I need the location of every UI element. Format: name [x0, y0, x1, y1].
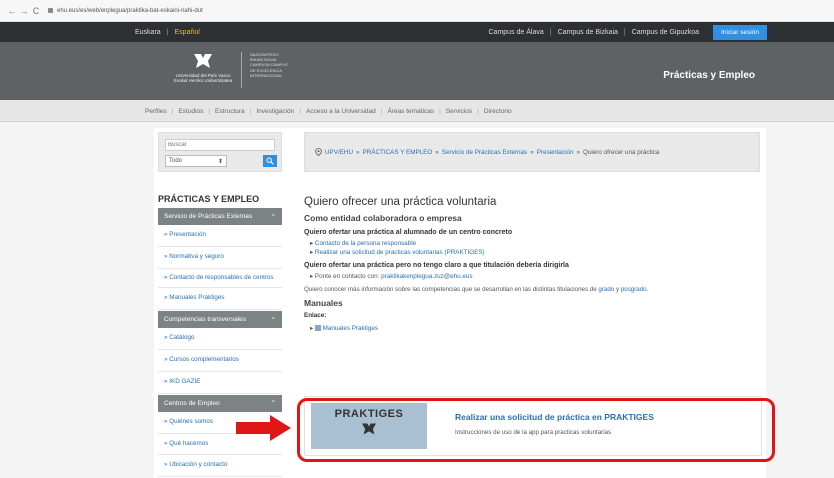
- search-input[interactable]: [165, 139, 275, 151]
- info-paragraph: Quiero conocer más información sobre las…: [304, 286, 649, 293]
- lang-euskara[interactable]: Euskara: [135, 29, 161, 36]
- list-item: ▸ Manuales Praktiges: [310, 325, 378, 332]
- breadcrumb-practicas[interactable]: PRÁCTICAS Y EMPLEO: [363, 149, 433, 156]
- university-logo[interactable]: Universidad del País Vasco Euskal Herriko…: [173, 52, 292, 90]
- ehu-tree-icon: [194, 54, 212, 68]
- sidebar-section-label: Servicio de Prácticas Externas: [164, 213, 253, 220]
- manuales-heading: Manuales: [304, 298, 343, 308]
- search-scope-value: Todo: [169, 158, 183, 164]
- menu-acceso[interactable]: Acceso a la Universidad: [306, 108, 376, 115]
- campus-gipuzkoa[interactable]: Campus de Gipuzkoa: [632, 29, 699, 36]
- search-icon: [266, 157, 274, 165]
- menu-servicios[interactable]: Servicios: [446, 108, 472, 115]
- forward-icon[interactable]: →: [18, 6, 30, 16]
- page-subtitle: Como entidad colaboradora o empresa: [304, 213, 462, 223]
- sidebar-section-centros[interactable]: Centros de Empleo ⌃: [158, 394, 282, 412]
- posgrado-link[interactable]: posgrado: [621, 286, 647, 293]
- logo-text-eu: Euskal Herriko Unibertsitatea: [173, 78, 233, 84]
- browser-bar: ← → C ehu.eus/es/web/enplegua/praktika-b…: [0, 0, 834, 22]
- campus-bizkaia[interactable]: Campus de Bizkaia: [558, 29, 618, 36]
- contact-person-link[interactable]: Contacto de la persona responsable: [315, 240, 416, 247]
- sidebar-item-manuales[interactable]: » Manuales Praktiges: [158, 288, 282, 311]
- info-text: Quiero conocer más información sobre las…: [304, 286, 597, 293]
- menu-areas[interactable]: Áreas temáticas: [387, 108, 434, 115]
- campus-excellence-text: NAZIOARTEKO BIKAINTASUN CAMPUSA CAMPUS D…: [250, 52, 288, 78]
- menu-estudios[interactable]: Estudios: [178, 108, 203, 115]
- menu-investigacion[interactable]: Investigación: [256, 108, 294, 115]
- contact-text: Ponte en contacto con:: [314, 273, 380, 280]
- logo-text: Universidad del País Vasco: [175, 73, 231, 78]
- search-scope-select[interactable]: Todo ⬍: [165, 155, 227, 167]
- site-header: Universidad del País Vasco Euskal Herriko…: [0, 42, 834, 100]
- chevron-up-icon: ⌃: [270, 316, 276, 324]
- breadcrumb-current: Quiero ofrecer una práctica: [583, 148, 660, 156]
- url-text[interactable]: ehu.eus/es/web/enplegua/praktika-bat-esk…: [57, 8, 203, 14]
- main-content: Quiero ofrecer una práctica voluntaria C…: [304, 196, 760, 334]
- menu-perfiles[interactable]: Perfiles: [145, 108, 167, 115]
- sidebar-item-normativa[interactable]: » Normativa y seguro: [158, 246, 282, 269]
- lang-espanol[interactable]: Español: [175, 29, 200, 36]
- campus-links: Campus de Álava | Campus de Bizkaia | Ca…: [489, 24, 767, 40]
- menu-directorio[interactable]: Directorio: [484, 108, 512, 115]
- sidebar-section-label: Centros de Empleo: [164, 399, 220, 407]
- sidebar-item-catalogo[interactable]: » Catálogo: [158, 328, 282, 351]
- campus-alava[interactable]: Campus de Álava: [489, 29, 544, 36]
- sidebar-section-competencias[interactable]: Competencias transversales ⌃: [158, 311, 282, 329]
- sidebar-item-ubicacion[interactable]: » Ubicación y contacto: [158, 455, 282, 478]
- chevron-up-icon: ⌃: [270, 400, 276, 408]
- question-heading-1: Quiero ofertar una práctica al alumnado …: [304, 229, 513, 236]
- language-switch: Euskara | Español: [135, 28, 200, 36]
- praktiges-request-link[interactable]: Realizar una solicitud de practicas volu…: [315, 249, 485, 256]
- lock-icon: [48, 8, 53, 13]
- sidebar-title[interactable]: PRÁCTICAS Y EMPLEO: [158, 194, 282, 204]
- question-heading-2: Quiero ofertar una práctica pero no teng…: [304, 262, 569, 269]
- main-menu: Perfiles | Estudios | Estructura | Investig…: [0, 100, 834, 122]
- email-link[interactable]: praktikakenplegua.zuz@ehu.eus: [381, 273, 472, 280]
- chevron-up-icon: ⌃: [270, 213, 276, 221]
- reload-icon[interactable]: C: [30, 6, 42, 16]
- back-icon[interactable]: ←: [6, 6, 18, 16]
- manuales-link[interactable]: Manuales Praktiges: [323, 325, 378, 332]
- grado-link[interactable]: grado: [598, 286, 614, 293]
- highlight-box: [297, 398, 775, 462]
- sidebar-section-practicas[interactable]: Servicio de Prácticas Externas ⌃: [158, 208, 282, 225]
- red-arrow-icon: [236, 415, 291, 441]
- list-item: ▸ Realizar una solicitud de practicas vo…: [310, 249, 485, 256]
- sidebar-section-label: Competencias transversales: [164, 316, 247, 324]
- address-bar[interactable]: ehu.eus/es/web/enplegua/praktika-bat-esk…: [48, 8, 203, 14]
- document-icon: [314, 325, 321, 332]
- top-bar: Euskara | Español Campus de Álava | Camp…: [0, 22, 834, 42]
- select-arrows-icon: ⬍: [217, 159, 223, 165]
- breadcrumb-servicio[interactable]: Servicio de Prácticas Externas: [442, 149, 527, 156]
- list-item: ▸ Contacto de la persona responsable: [310, 240, 417, 247]
- search-panel: Todo ⬍: [158, 132, 282, 172]
- location-pin-icon: [315, 148, 322, 156]
- list-item: ▸ Ponte en contacto con: praktikakenpleg…: [310, 273, 473, 280]
- menu-estructura[interactable]: Estructura: [215, 108, 245, 115]
- breadcrumb-upvehu[interactable]: UPV/EHU: [325, 149, 353, 156]
- enlace-label: Enlace:: [304, 312, 327, 319]
- login-button[interactable]: Iniciar sesión: [713, 24, 767, 40]
- breadcrumb-presentacion[interactable]: Presentación: [537, 149, 574, 156]
- info-conjunction: y: [615, 286, 620, 293]
- sidebar-item-contacto[interactable]: » Contacto de responsables de centros: [158, 268, 282, 289]
- breadcrumb: UPV/EHU» PRÁCTICAS Y EMPLEO» Servicio de…: [304, 132, 760, 172]
- page-title: Quiero ofrecer una práctica voluntaria: [304, 196, 497, 208]
- sidebar-item-ikd[interactable]: » IKD GAZIE: [158, 371, 282, 394]
- site-title[interactable]: Prácticas y Empleo: [663, 70, 755, 81]
- search-button[interactable]: [263, 155, 277, 167]
- sidebar-item-presentacion[interactable]: » Presentación: [158, 225, 282, 247]
- sidebar-item-cursos[interactable]: » Cursos complementarios: [158, 350, 282, 372]
